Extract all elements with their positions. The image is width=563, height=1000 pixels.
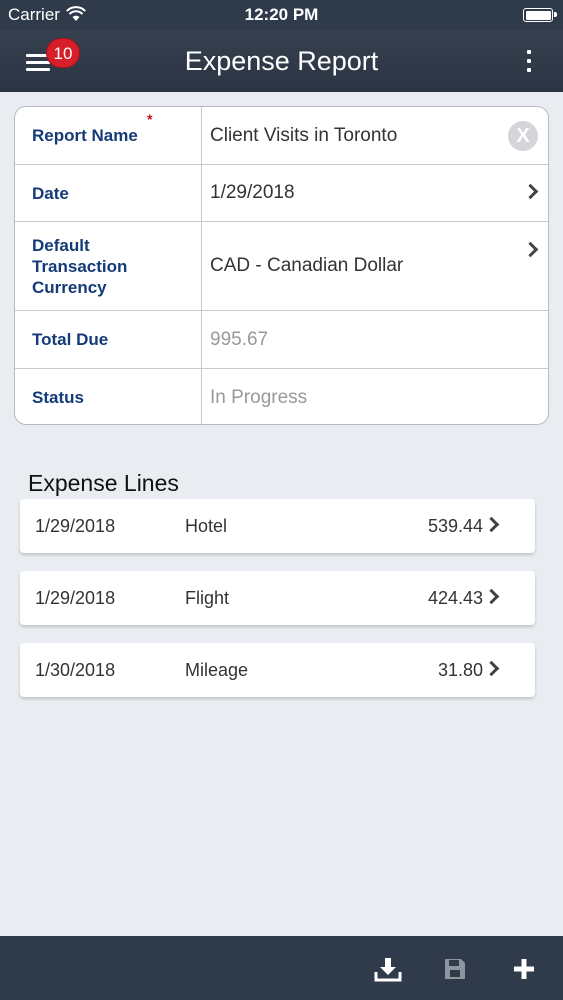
expense-line-item[interactable]: 1/29/2018 Flight 424.43 <box>20 571 535 625</box>
page-title: Expense Report <box>184 46 379 76</box>
chevron-right-icon <box>522 241 539 258</box>
total-due-label: Total Due <box>15 311 202 368</box>
add-icon[interactable] <box>511 956 539 982</box>
status-label: Status <box>15 369 202 424</box>
expense-line-item[interactable]: 1/29/2018 Hotel 539.44 <box>20 499 535 553</box>
nav-bar: 10 Expense Report <box>0 30 563 92</box>
carrier-label: Carrier <box>8 5 60 24</box>
required-indicator: * <box>147 111 153 127</box>
total-due-value: 995.67 <box>210 328 269 350</box>
battery-icon <box>523 8 557 22</box>
currency-row[interactable]: Default Transaction Currency CAD - Canad… <box>15 222 548 311</box>
expense-line-amount: 539.44 <box>427 516 483 536</box>
clear-icon[interactable]: X <box>508 121 538 151</box>
report-name-input[interactable]: Client Visits in Toronto <box>210 107 510 164</box>
expense-line-date: 1/30/2018 <box>35 660 116 680</box>
date-row[interactable]: Date 1/29/2018 <box>15 165 548 222</box>
expense-line-item[interactable]: 1/30/2018 Mileage 31.80 <box>20 643 535 697</box>
menu-button[interactable]: 10 <box>22 38 82 80</box>
expense-line-type: Hotel <box>185 516 228 536</box>
chevron-right-icon <box>483 588 500 605</box>
save-icon[interactable] <box>442 956 470 982</box>
currency-value[interactable]: CAD - Canadian Dollar <box>210 222 510 310</box>
expense-line-type: Mileage <box>185 660 249 680</box>
expense-line-date: 1/29/2018 <box>35 516 116 536</box>
expense-lines-title: Expense Lines <box>28 470 179 496</box>
chevron-right-icon <box>483 660 500 677</box>
report-name-row: Report Name * Client Visits in Toronto X <box>15 107 548 165</box>
notification-badge: 10 <box>46 38 80 68</box>
status-bar: Carrier 12:20 PM <box>0 0 563 30</box>
date-value[interactable]: 1/29/2018 <box>210 165 510 221</box>
date-label: Date <box>15 165 202 221</box>
expense-line-amount: 424.43 <box>427 588 483 608</box>
chevron-right-icon <box>522 183 539 200</box>
bottom-toolbar <box>0 936 563 1000</box>
status-value: In Progress <box>210 386 308 408</box>
status-row: Status In Progress <box>15 369 548 424</box>
total-due-row: Total Due 995.67 <box>15 311 548 369</box>
report-header-form: Report Name * Client Visits in Toronto X… <box>14 106 549 425</box>
expense-line-amount: 31.80 <box>437 660 483 680</box>
expense-line-date: 1/29/2018 <box>35 588 116 608</box>
download-icon[interactable] <box>374 956 402 982</box>
wifi-icon <box>66 6 86 21</box>
more-vertical-icon[interactable] <box>525 50 533 74</box>
expense-line-type: Flight <box>185 588 230 608</box>
chevron-right-icon <box>483 516 500 533</box>
currency-label: Default Transaction Currency <box>15 222 202 310</box>
report-name-label: Report Name * <box>15 107 202 164</box>
